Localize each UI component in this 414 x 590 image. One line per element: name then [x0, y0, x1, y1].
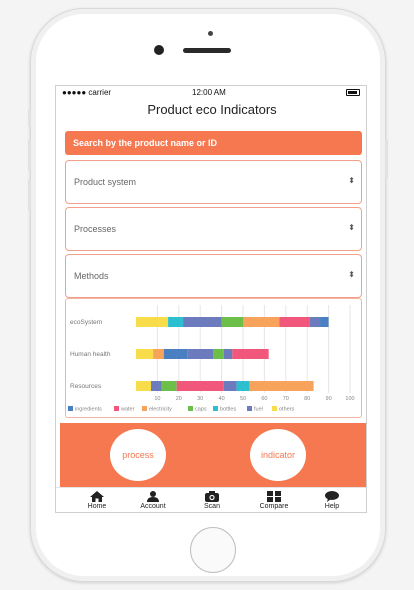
- eco-chart: 10 20 30 40 50 60 70 80 90 100 ecoSystem Human heal…: [65, 298, 362, 418]
- bar-segment-bottles: [236, 381, 250, 391]
- tab-scan[interactable]: Scan: [187, 491, 237, 510]
- tab-account[interactable]: Account: [128, 491, 178, 510]
- tab-home-label: Home: [87, 503, 107, 510]
- product-system-label: Product system: [74, 177, 137, 187]
- tab-help-label: Help: [324, 503, 340, 510]
- bar-segment-others: [136, 317, 169, 327]
- status-bar: ●●●●● carrier 12:00 AM: [56, 86, 366, 100]
- chevron-updown-icon: ⬍: [348, 176, 355, 185]
- legend-label: bottles: [220, 407, 236, 413]
- legend-swatch: [142, 406, 147, 411]
- legend-label: caps: [195, 407, 207, 413]
- product-system-select[interactable]: Product system ⬍: [65, 160, 362, 204]
- chat-icon: [325, 491, 339, 502]
- mute-switch: [28, 109, 31, 127]
- tab-help[interactable]: Help: [307, 491, 357, 510]
- tab-compare[interactable]: Compare: [249, 491, 299, 510]
- legend-label: ingredients: [75, 407, 102, 413]
- bar-segment-caps: [161, 381, 177, 391]
- bar-segment-water: [232, 349, 269, 359]
- volume-down-button: [28, 179, 31, 211]
- x-tick-label: 20: [176, 396, 182, 402]
- x-tick-label: 70: [283, 396, 289, 402]
- power-button: [385, 139, 388, 179]
- processes-label: Processes: [74, 224, 117, 234]
- app-screen: ●●●●● carrier 12:00 AM Product eco Indic…: [55, 85, 367, 513]
- methods-label: Methods: [74, 271, 109, 281]
- bar-segment-caps: [213, 349, 224, 359]
- legend-swatch: [114, 406, 119, 411]
- carrier-label: ●●●●● carrier: [62, 88, 112, 97]
- camera-icon: [205, 491, 219, 502]
- legend-swatch: [188, 406, 193, 411]
- category-label: Resources: [70, 383, 102, 390]
- x-tick-label: 40: [219, 396, 225, 402]
- front-camera: [154, 45, 164, 55]
- bar-segment-electricity: [153, 349, 164, 359]
- tab-account-label: Account: [140, 503, 166, 510]
- bar-segment-others: [136, 349, 154, 359]
- x-tick-label: 80: [304, 396, 310, 402]
- clock: 12:00 AM: [192, 88, 226, 97]
- tab-bar: Home Account Scan Compare Help: [56, 487, 366, 512]
- home-button[interactable]: [190, 527, 236, 573]
- chevron-updown-icon: ⬍: [348, 223, 355, 232]
- volume-up-button: [28, 139, 31, 171]
- battery-icon: [346, 89, 360, 96]
- bar-segment-fuel: [223, 381, 237, 391]
- x-tick-label: 30: [197, 396, 203, 402]
- chevron-updown-icon: ⬍: [348, 270, 355, 279]
- bar-segment-fuel: [223, 349, 233, 359]
- bar-segment-electricity: [249, 381, 314, 391]
- methods-select[interactable]: Methods ⬍: [65, 254, 362, 298]
- bar-segment-water: [176, 381, 224, 391]
- bar-segment-ingredients: [163, 349, 188, 359]
- legend-swatch: [247, 406, 252, 411]
- processes-select[interactable]: Processes ⬍: [65, 207, 362, 251]
- grid-icon: [267, 491, 281, 502]
- x-tick-label: 100: [345, 396, 354, 402]
- bar-segment-others: [136, 381, 151, 391]
- process-button[interactable]: process: [110, 429, 166, 481]
- proximity-sensor: [208, 31, 213, 36]
- legend-swatch: [272, 406, 277, 411]
- bar-segment-fuel: [309, 317, 321, 327]
- legend-swatch: [68, 406, 73, 411]
- bar-segment-bottles: [168, 317, 184, 327]
- legend-label: water: [120, 407, 135, 413]
- legend-label: fuel: [254, 407, 263, 413]
- legend-label: electricity: [149, 407, 172, 413]
- x-tick-label: 90: [326, 396, 332, 402]
- legend-label: others: [279, 407, 295, 413]
- bar-segment-fuel: [150, 381, 162, 391]
- x-tick-label: 60: [261, 396, 267, 402]
- bar-segment-water: [279, 317, 310, 327]
- bar-segment-caps: [221, 317, 243, 327]
- action-panel: process indicator: [60, 423, 366, 487]
- bar-segment-ingredients: [320, 317, 329, 327]
- x-tick-label: 10: [154, 396, 160, 402]
- tab-scan-label: Scan: [204, 503, 220, 510]
- chart-svg: 10 20 30 40 50 60 70 80 90 100 ecoSystem Human heal…: [68, 305, 355, 413]
- bar-segment-electricity: [243, 317, 280, 327]
- earpiece-speaker: [183, 48, 231, 53]
- legend-swatch: [213, 406, 218, 411]
- tab-home[interactable]: Home: [72, 491, 122, 510]
- page-title: Product eco Indicators: [147, 102, 277, 117]
- x-tick-label: 50: [240, 396, 246, 402]
- search-input[interactable]: Search by the product name or ID: [65, 131, 362, 155]
- bar-segment-fuel: [183, 317, 222, 327]
- tab-compare-label: Compare: [259, 503, 289, 510]
- category-label: ecoSystem: [70, 319, 102, 326]
- home-icon: [90, 491, 104, 502]
- account-icon: [147, 491, 159, 502]
- bar-segment-fuel: [187, 349, 214, 359]
- indicator-button[interactable]: indicator: [250, 429, 306, 481]
- category-label: Human health: [70, 351, 111, 358]
